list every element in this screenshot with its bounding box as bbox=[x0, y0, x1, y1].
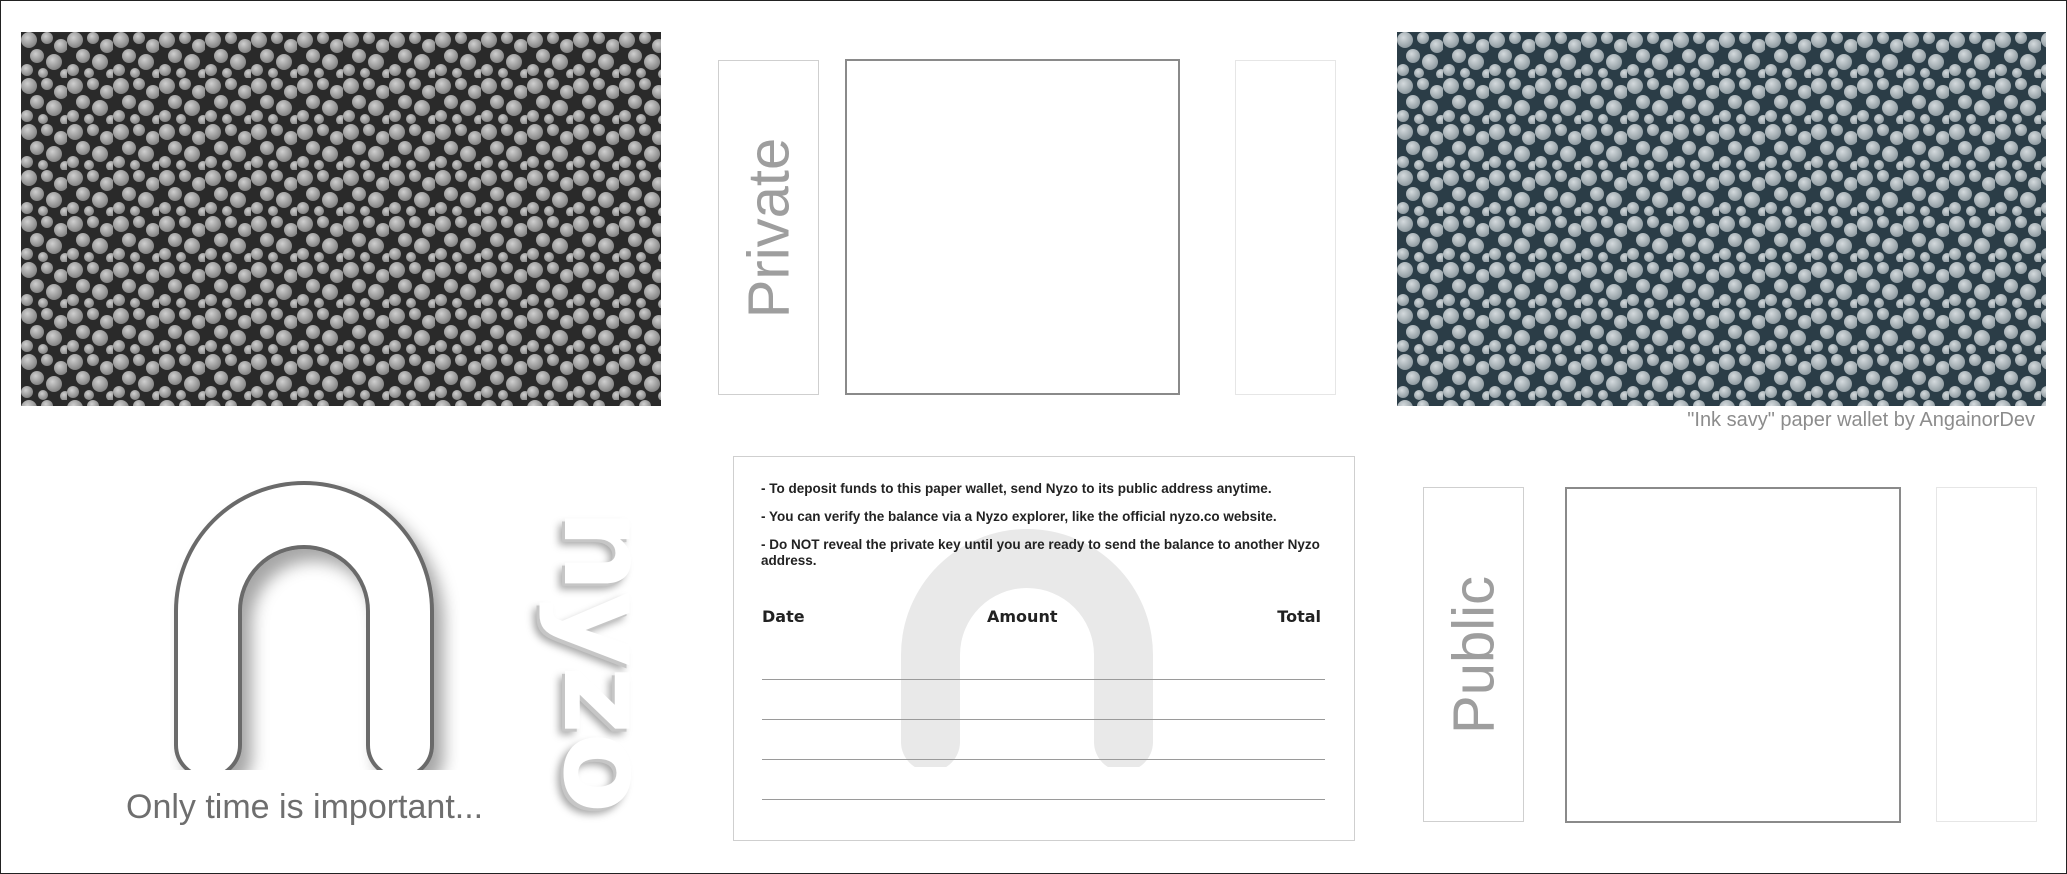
private-label-strip: Private bbox=[718, 60, 819, 395]
private-label: Private bbox=[736, 137, 801, 318]
ledger-line bbox=[762, 799, 1325, 800]
note-warning: - Do NOT reveal the private key until yo… bbox=[761, 537, 1320, 568]
private-key-text-strip bbox=[1235, 60, 1336, 395]
notes-card: - To deposit funds to this paper wallet,… bbox=[733, 456, 1355, 841]
ledger-line bbox=[762, 759, 1325, 760]
note-verify: - You can verify the balance via a Nyzo … bbox=[761, 509, 1277, 524]
nyzo-logo-icon bbox=[170, 480, 460, 779]
public-label: Public bbox=[1441, 575, 1506, 734]
public-label-strip: Public bbox=[1423, 487, 1524, 822]
security-pattern-public bbox=[1397, 32, 2046, 406]
ledger-col-date: Date bbox=[762, 607, 805, 626]
motto-text: Only time is important... bbox=[126, 788, 484, 826]
ledger-line bbox=[762, 719, 1325, 720]
security-pattern-private bbox=[21, 32, 661, 406]
ledger-col-total: Total bbox=[1277, 607, 1321, 626]
credit-text: "Ink savy" paper wallet by AngainorDev bbox=[1687, 409, 2035, 431]
ledger-line bbox=[762, 679, 1325, 680]
nyzo-wordmark-text: nyzo bbox=[537, 508, 675, 812]
nyzo-wordmark: nyzo bbox=[537, 455, 675, 865]
note-deposit: - To deposit funds to this paper wallet,… bbox=[761, 481, 1272, 496]
ledger-col-amount: Amount bbox=[987, 607, 1058, 626]
private-key-qr-area bbox=[845, 59, 1180, 395]
public-address-qr-area bbox=[1565, 487, 1901, 823]
public-address-text-strip bbox=[1936, 487, 2037, 822]
